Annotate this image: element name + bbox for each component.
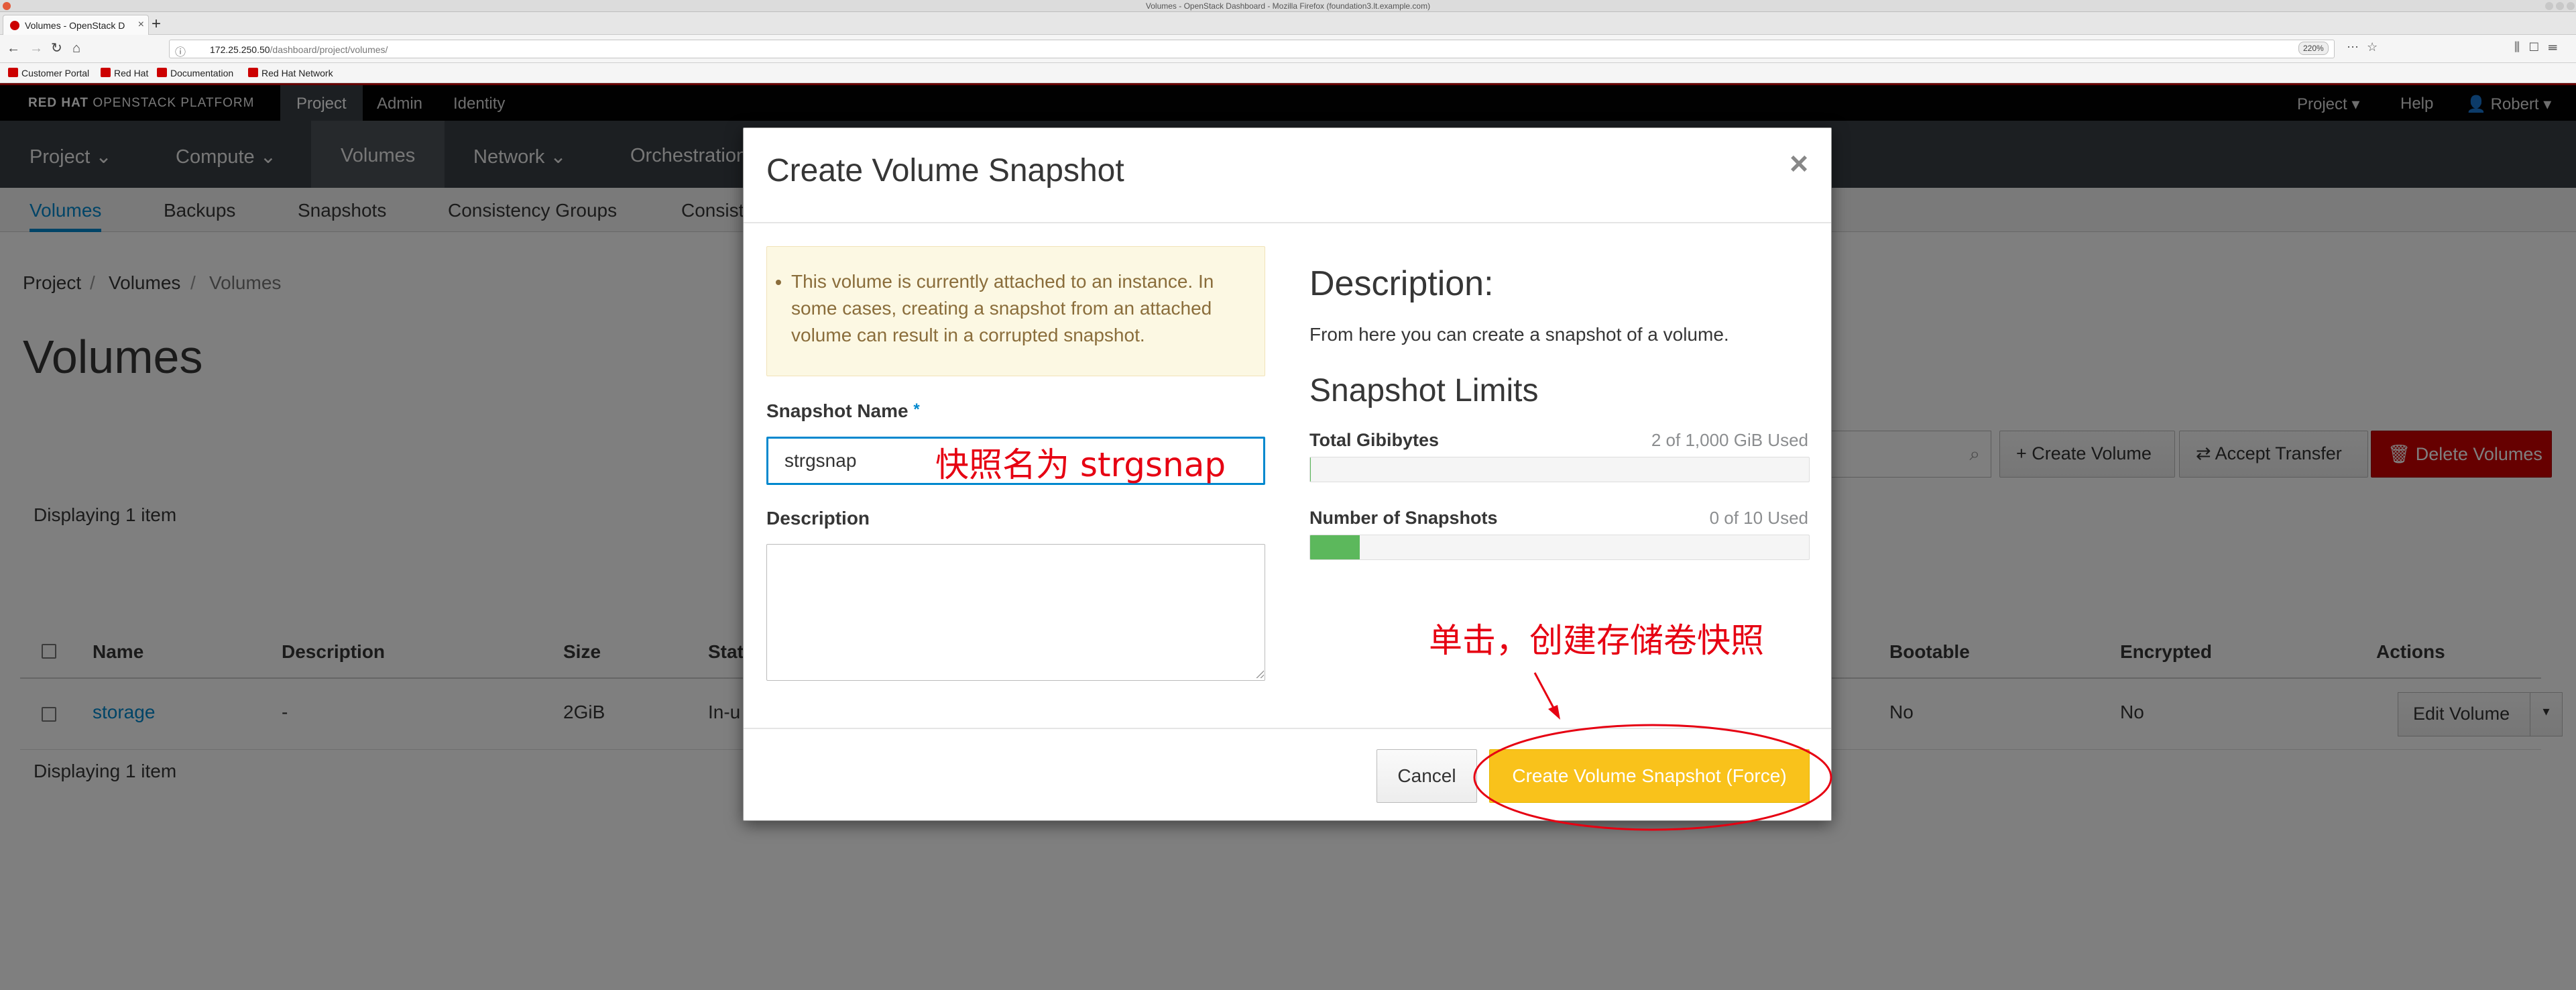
create-snapshot-modal: Create Volume Snapshot × This volume is … [743,127,1832,831]
warning-text: This volume is currently attached to an … [791,268,1248,349]
limit-used-gibibytes: 2 of 1,000 GiB Used [1651,430,1808,450]
tab-title: Volumes - OpenStack D [25,20,125,31]
new-tab-icon[interactable]: + [152,16,161,32]
modal-title: Create Volume Snapshot [766,153,1124,188]
bookmark-icon [101,68,111,77]
back-icon[interactable]: ← [7,40,20,56]
limit-label-gibibytes: Total Gibibytes [1309,430,1440,450]
forward-icon[interactable]: → [30,40,43,56]
page-actions-icon[interactable]: ⋯☆ [2347,40,2386,54]
bookmark-red-hat[interactable]: Red Hat [101,68,148,78]
create-snapshot-force-button[interactable]: Create Volume Snapshot (Force) [1489,749,1810,803]
home-icon[interactable]: ⌂ [72,40,80,56]
bookmark-icon [248,68,258,77]
bookmark-red-hat-network[interactable]: Red Hat Network [248,68,333,78]
progress-fill-gibibytes [1310,457,1311,482]
window-titlebar: Volumes - OpenStack Dashboard - Mozilla … [0,0,2576,12]
cancel-button[interactable]: Cancel [1377,749,1477,803]
tab-strip: Volumes - OpenStack D × + [0,12,2576,35]
close-icon[interactable]: × [1790,148,1808,180]
description-heading: Description: [1309,264,1494,303]
tab-close-icon[interactable]: × [138,19,144,31]
window-title: Volumes - OpenStack Dashboard - Mozilla … [1145,1,1431,11]
progress-gibibytes [1309,457,1810,482]
annotation-arrow-head [1548,705,1560,720]
limit-used-snapshots: 0 of 10 Used [1709,508,1808,528]
required-mark: * [913,400,920,419]
progress-fill-snapshots [1310,535,1360,559]
favicon-icon [10,21,19,30]
description-textarea[interactable] [766,544,1265,681]
reload-icon[interactable]: ↻ [51,40,62,56]
navigation-toolbar: ← → ↻ ⌂ ⓘ 172.25.250.50/dashboard/projec… [0,35,2576,63]
snapshot-name-label: Snapshot Name * [766,400,920,421]
annotation-click-note: 单击，创建存储卷快照 [1429,621,1764,660]
url-host: 172.25.250.50 [210,44,270,55]
annotation-name-note: 快照名为 strgsnap [935,445,1226,484]
toolbar-menu-icon[interactable]: ⫼☐☰ [2514,40,2567,54]
url-path: /dashboard/project/volumes/ [270,44,388,55]
resize-grip-icon[interactable] [1256,670,1264,678]
bookmarks-bar: Customer Portal Red Hat Documentation Re… [0,63,2576,83]
browser-tab[interactable]: Volumes - OpenStack D × [3,15,149,35]
zoom-indicator[interactable]: 220% [2298,42,2329,55]
site-info-icon[interactable]: ⓘ [175,43,186,59]
attached-warning: This volume is currently attached to an … [766,246,1265,376]
url-bar[interactable]: ⓘ 172.25.250.50/dashboard/project/volume… [169,40,2335,58]
window-minimize-icon[interactable] [2545,2,2553,10]
bookmark-documentation[interactable]: Documentation [157,68,233,78]
description-text: From here you can create a snapshot of a… [1309,324,1729,345]
bookmark-icon [8,68,18,77]
window-maximize-icon[interactable] [2556,2,2564,10]
progress-snapshots [1309,535,1810,560]
modal-footer: Cancel Create Volume Snapshot (Force) [744,728,1831,822]
window-close-right-icon[interactable] [2567,2,2575,10]
description-label: Description [766,508,870,529]
annotation-arrow [1533,672,1556,711]
modal-header: Create Volume Snapshot × [744,128,1831,223]
bookmark-customer-portal[interactable]: Customer Portal [8,68,89,78]
limit-label-snapshots: Number of Snapshots [1309,508,1498,528]
bookmark-icon [157,68,167,77]
snapshot-limits-heading: Snapshot Limits [1309,373,1539,408]
